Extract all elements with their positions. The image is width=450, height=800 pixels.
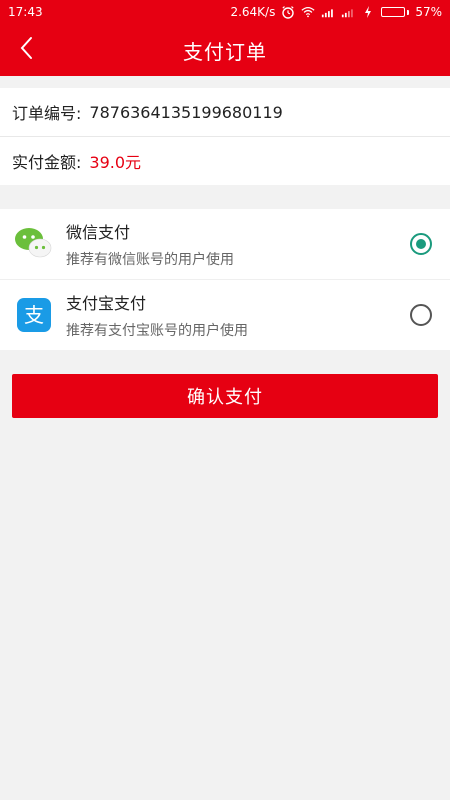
radio-wechat[interactable] [410,233,432,255]
payment-option-alipay[interactable]: 支 支付宝支付 推荐有支付宝账号的用户使用 [0,280,450,350]
chevron-left-icon [19,36,33,64]
charging-icon [361,6,375,18]
order-number-row: 订单编号: 7876364135199680119 [0,88,450,137]
alipay-desc: 推荐有支付宝账号的用户使用 [66,323,248,339]
wifi-icon [301,6,315,18]
amount-value: 39.0元 [89,153,142,172]
battery-percent: 57% [415,5,442,19]
order-number-label: 订单编号: [12,104,82,123]
status-time: 17:43 [8,5,43,19]
order-number-value: 7876364135199680119 [89,102,283,122]
back-button[interactable] [10,24,42,76]
amount-row: 实付金额: 39.0元 [0,137,450,185]
amount-label: 实付金额: [12,153,82,172]
network-speed: 2.64K/s [230,5,276,19]
battery-icon [381,7,410,17]
payment-option-wechat[interactable]: 微信支付 推荐有微信账号的用户使用 [0,209,450,280]
wechat-texts: 微信支付 推荐有微信账号的用户使用 [66,219,234,269]
alarm-icon [281,6,295,19]
radio-dot [416,239,426,249]
alipay-icon: 支 [12,293,56,337]
svg-text:支: 支 [24,303,44,327]
status-bar: 17:43 2.64K/s 57% [0,0,450,24]
wechat-name: 微信支付 [66,223,131,242]
wechat-icon [12,222,56,266]
radio-alipay[interactable] [410,304,432,326]
alipay-texts: 支付宝支付 推荐有支付宝账号的用户使用 [66,290,248,340]
confirm-payment-button[interactable]: 确认支付 [12,374,438,418]
signal-icon-1 [321,6,335,18]
navigation-bar: 支付订单 [0,24,450,76]
order-info: 订单编号: 7876364135199680119 实付金额: 39.0元 [0,88,450,185]
battery-body [381,7,406,17]
page-title: 支付订单 [183,39,267,64]
alipay-name: 支付宝支付 [66,294,147,313]
signal-icon-2 [341,6,355,18]
battery-nub [407,9,410,15]
payment-methods: 微信支付 推荐有微信账号的用户使用 支 支付宝支付 推荐有支付宝账号的用户使用 [0,209,450,350]
status-right: 2.64K/s 57% [230,5,442,19]
wechat-desc: 推荐有微信账号的用户使用 [66,252,234,268]
